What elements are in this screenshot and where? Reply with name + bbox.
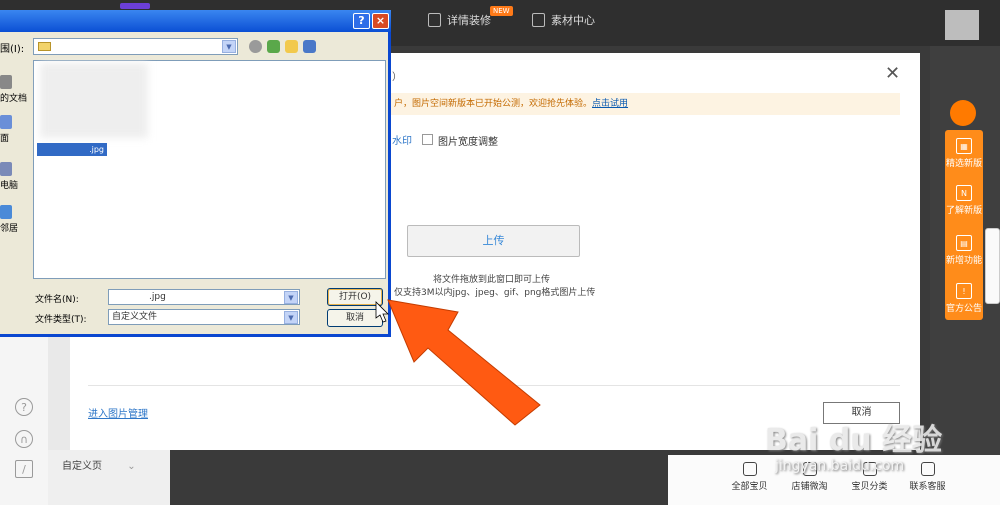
mouse-cursor-icon <box>375 301 389 323</box>
baidu-watermark: Bai du 经验 <box>765 423 943 458</box>
baidu-url-watermark: jingyan.baidu.com <box>775 458 905 474</box>
